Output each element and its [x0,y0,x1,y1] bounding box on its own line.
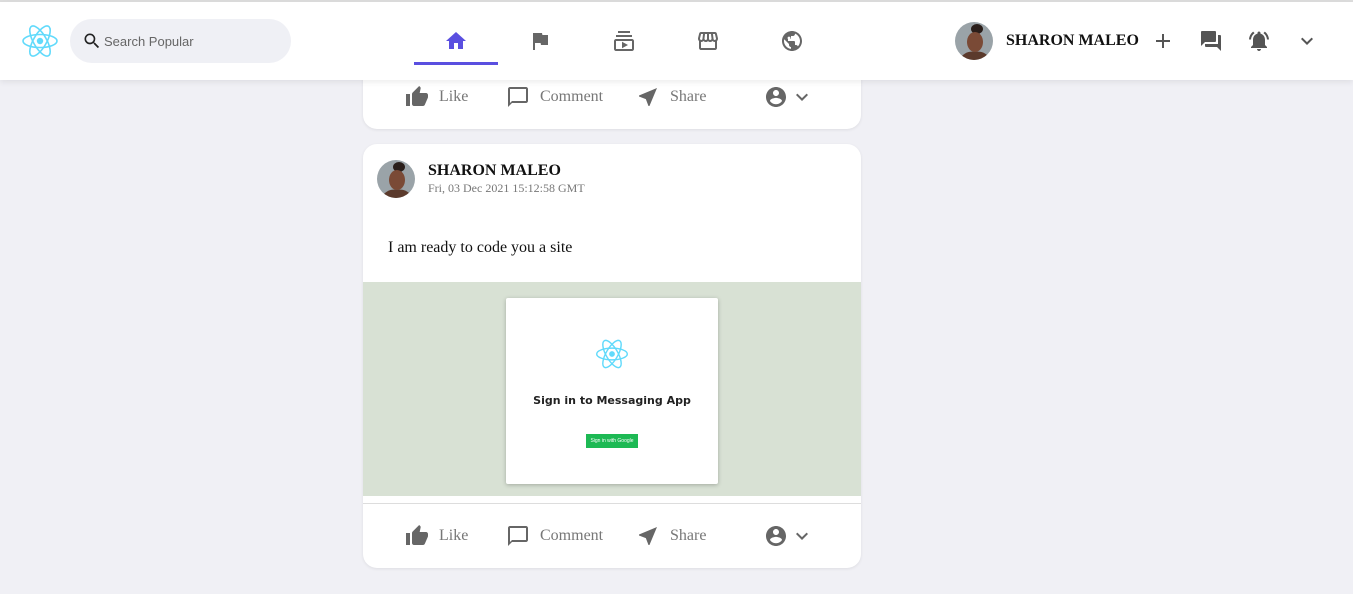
search-bar[interactable] [70,19,291,63]
like-label: Like [439,88,469,105]
near-me-icon [639,88,657,106]
near-me-icon [639,527,657,545]
actions-divider [363,503,861,504]
storefront-icon [698,32,718,50]
post-text: I am ready to code you a site [388,239,573,256]
add-button[interactable] [1151,29,1175,53]
top-navbar: SHARON MALEO [0,2,1353,80]
expand-more-icon [796,93,808,101]
forum-icon [1201,31,1221,51]
flag-icon [533,33,548,50]
like-button[interactable]: Like [405,85,468,109]
thumb-up-icon [406,525,428,545]
post-actions: Like Comment Share [363,505,861,567]
react-atom-icon [595,339,629,369]
header-user-name[interactable]: SHARON MALEO [1006,32,1139,50]
signin-title: Sign in to Messaging App [533,394,691,407]
home-icon [446,32,466,49]
signin-preview-card: Sign in to Messaging App Sign in with Go… [506,298,718,484]
comment-label: Comment [540,88,604,105]
account-menu-button[interactable] [1295,29,1319,53]
react-logo-icon[interactable] [20,21,60,61]
post-author-name[interactable]: SHARON MALEO [428,162,561,180]
nav-pages[interactable] [498,2,582,80]
search-icon [84,33,100,49]
expand-more-icon [796,532,808,540]
post-timestamp: Fri, 03 Dec 2021 15:12:58 GMT [428,181,585,195]
main-nav [414,2,834,80]
nav-groups[interactable] [750,2,834,80]
nav-home[interactable] [414,2,498,80]
like-button[interactable]: Like [405,524,468,548]
post-account-menu[interactable] [764,524,816,548]
signin-google-button: Sign in with Google [586,434,638,448]
post-author-avatar[interactable] [377,160,415,198]
chat-bubble-icon [508,87,528,107]
share-label: Share [670,88,707,105]
comment-button[interactable]: Comment [506,85,603,109]
subscriptions-icon [614,31,634,51]
notifications-icon [1249,31,1269,51]
post-account-menu[interactable] [764,85,816,109]
comment-label: Comment [540,527,604,544]
chat-bubble-icon [508,526,528,546]
account-circle-icon [766,526,786,546]
messages-button[interactable] [1199,29,1223,53]
search-input[interactable] [104,33,274,49]
share-label: Share [670,527,707,544]
notifications-button[interactable] [1247,29,1271,53]
header-avatar[interactable] [955,22,993,60]
post-image[interactable]: Sign in to Messaging App Sign in with Go… [363,282,861,498]
share-button[interactable]: Share [636,524,706,548]
share-button[interactable]: Share [636,85,706,109]
thumb-up-icon [406,86,428,106]
like-label: Like [439,527,469,544]
account-circle-icon [766,87,786,107]
nav-watch[interactable] [582,2,666,80]
nav-marketplace[interactable] [666,2,750,80]
comment-button[interactable]: Comment [506,524,603,548]
add-icon [1156,34,1170,48]
post-header: SHARON MALEO Fri, 03 Dec 2021 15:12:58 G… [377,160,847,204]
expand-more-icon [1301,37,1313,45]
post-card: SHARON MALEO Fri, 03 Dec 2021 15:12:58 G… [363,144,861,568]
groups-icon [782,31,802,51]
